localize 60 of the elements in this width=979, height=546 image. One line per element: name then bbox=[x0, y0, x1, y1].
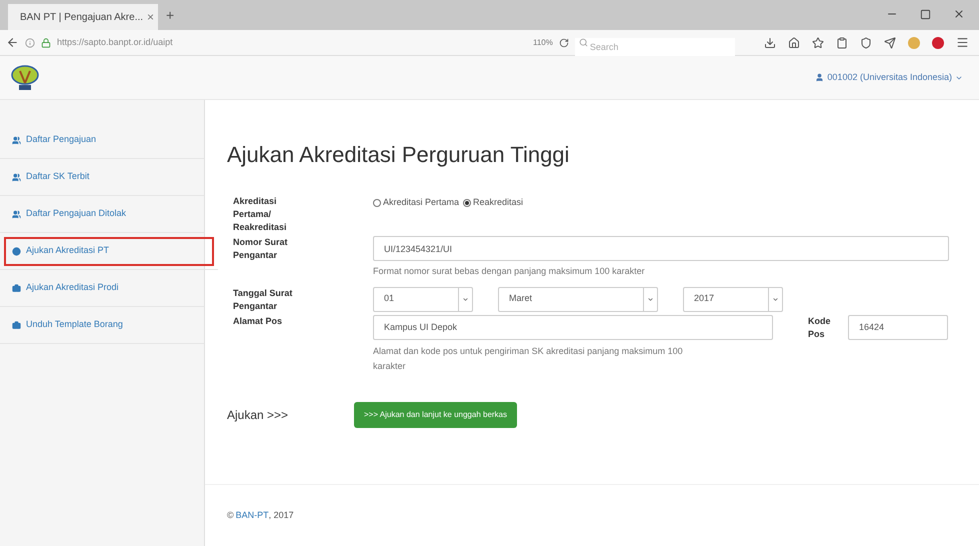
submit-button[interactable]: >>> Ajukan dan lanjut ke unggah berkas bbox=[354, 402, 517, 428]
menu-icon[interactable] bbox=[956, 36, 969, 49]
sidebar-item[interactable]: Daftar Pengajuan Ditolak bbox=[0, 196, 204, 233]
field-label: Akreditasi Pertama/ Reakreditasi bbox=[233, 195, 288, 234]
lock-icon bbox=[41, 38, 51, 48]
select-field[interactable]: 2017 bbox=[683, 286, 783, 312]
caret-icon bbox=[462, 296, 469, 302]
sidebar-item-icon bbox=[12, 210, 21, 218]
sidebar-item[interactable]: Ajukan Akreditasi PT bbox=[0, 233, 218, 270]
field-label: Nomor Surat Pengantar bbox=[233, 236, 289, 262]
help-text: Format nomor surat bebas dengan panjang maksimum 100 karakter bbox=[373, 265, 646, 278]
user-icon bbox=[815, 73, 824, 82]
sidebar-item[interactable]: Ajukan Akreditasi Prodi bbox=[0, 270, 204, 307]
caret-icon bbox=[647, 296, 654, 302]
field-label: Kode Pos bbox=[808, 314, 828, 340]
new-tab-button[interactable]: + bbox=[166, 4, 174, 26]
sidebar-item[interactable]: Daftar Pengajuan bbox=[0, 122, 204, 159]
shield-icon[interactable] bbox=[860, 36, 872, 48]
reload-icon[interactable] bbox=[558, 38, 569, 48]
close-icon[interactable] bbox=[953, 8, 965, 20]
browser-tab[interactable]: BAN PT | Pengajuan Akre... × bbox=[8, 4, 158, 30]
select-field[interactable]: 01 bbox=[373, 286, 473, 312]
tab-close-button[interactable]: × bbox=[147, 8, 154, 26]
user-menu[interactable]: 001002 (Universitas Indonesia) bbox=[815, 70, 969, 84]
search-field[interactable]: Search bbox=[574, 38, 735, 56]
maximize-icon[interactable] bbox=[920, 8, 931, 20]
input-field[interactable]: 16424 bbox=[848, 314, 948, 340]
sidebar-item-icon bbox=[12, 172, 21, 182]
back-icon[interactable] bbox=[6, 36, 19, 49]
input-field[interactable]: UI/123454321/UI bbox=[373, 236, 949, 261]
sidebar-item-icon bbox=[12, 136, 21, 144]
info-icon[interactable] bbox=[25, 38, 35, 48]
caret-icon bbox=[772, 296, 779, 302]
submit-heading: Ajukan >>> bbox=[227, 406, 290, 424]
sidebar-item-icon bbox=[12, 284, 21, 292]
select-field[interactable]: Maret bbox=[498, 286, 658, 312]
logo-icon bbox=[10, 62, 40, 92]
sidebar-item-icon bbox=[12, 320, 21, 330]
home-icon[interactable] bbox=[788, 36, 800, 48]
zoom-level[interactable]: 110% bbox=[533, 36, 553, 48]
field-label: Tanggal Surat Pengantar bbox=[233, 286, 294, 312]
send-icon[interactable] bbox=[884, 36, 896, 48]
sidebar-item-icon bbox=[12, 246, 21, 256]
sidebar-item[interactable]: Unduh Template Borang bbox=[0, 307, 204, 344]
radio-option[interactable]: Reakreditasi bbox=[463, 196, 524, 210]
search-icon bbox=[578, 38, 588, 47]
footer-year: , 2017 bbox=[268, 508, 294, 522]
url-field[interactable]: https://sapto.banpt.or.id/uaipt bbox=[57, 36, 327, 50]
help-text: Alamat dan kode pos untuk pengiriman SK akreditasi panjang maksimum 100 karakter bbox=[373, 344, 684, 372]
bookmark-star-icon[interactable] bbox=[812, 36, 824, 48]
input-field[interactable]: Kampus UI Depok bbox=[373, 314, 773, 340]
footer-link[interactable]: BAN-PT bbox=[236, 508, 269, 522]
copyright-sign: © bbox=[227, 508, 234, 522]
field-label: Alamat Pos bbox=[233, 314, 284, 328]
sidebar-item[interactable]: Daftar SK Terbit bbox=[0, 159, 204, 196]
radio-option[interactable]: Akreditasi Pertama bbox=[373, 196, 460, 210]
clipboard-icon[interactable] bbox=[836, 36, 848, 48]
tab-title: BAN PT | Pengajuan Akre... bbox=[20, 10, 144, 24]
page-title: Ajukan Akreditasi Perguruan Tinggi bbox=[227, 141, 570, 169]
download-icon[interactable] bbox=[764, 36, 776, 48]
